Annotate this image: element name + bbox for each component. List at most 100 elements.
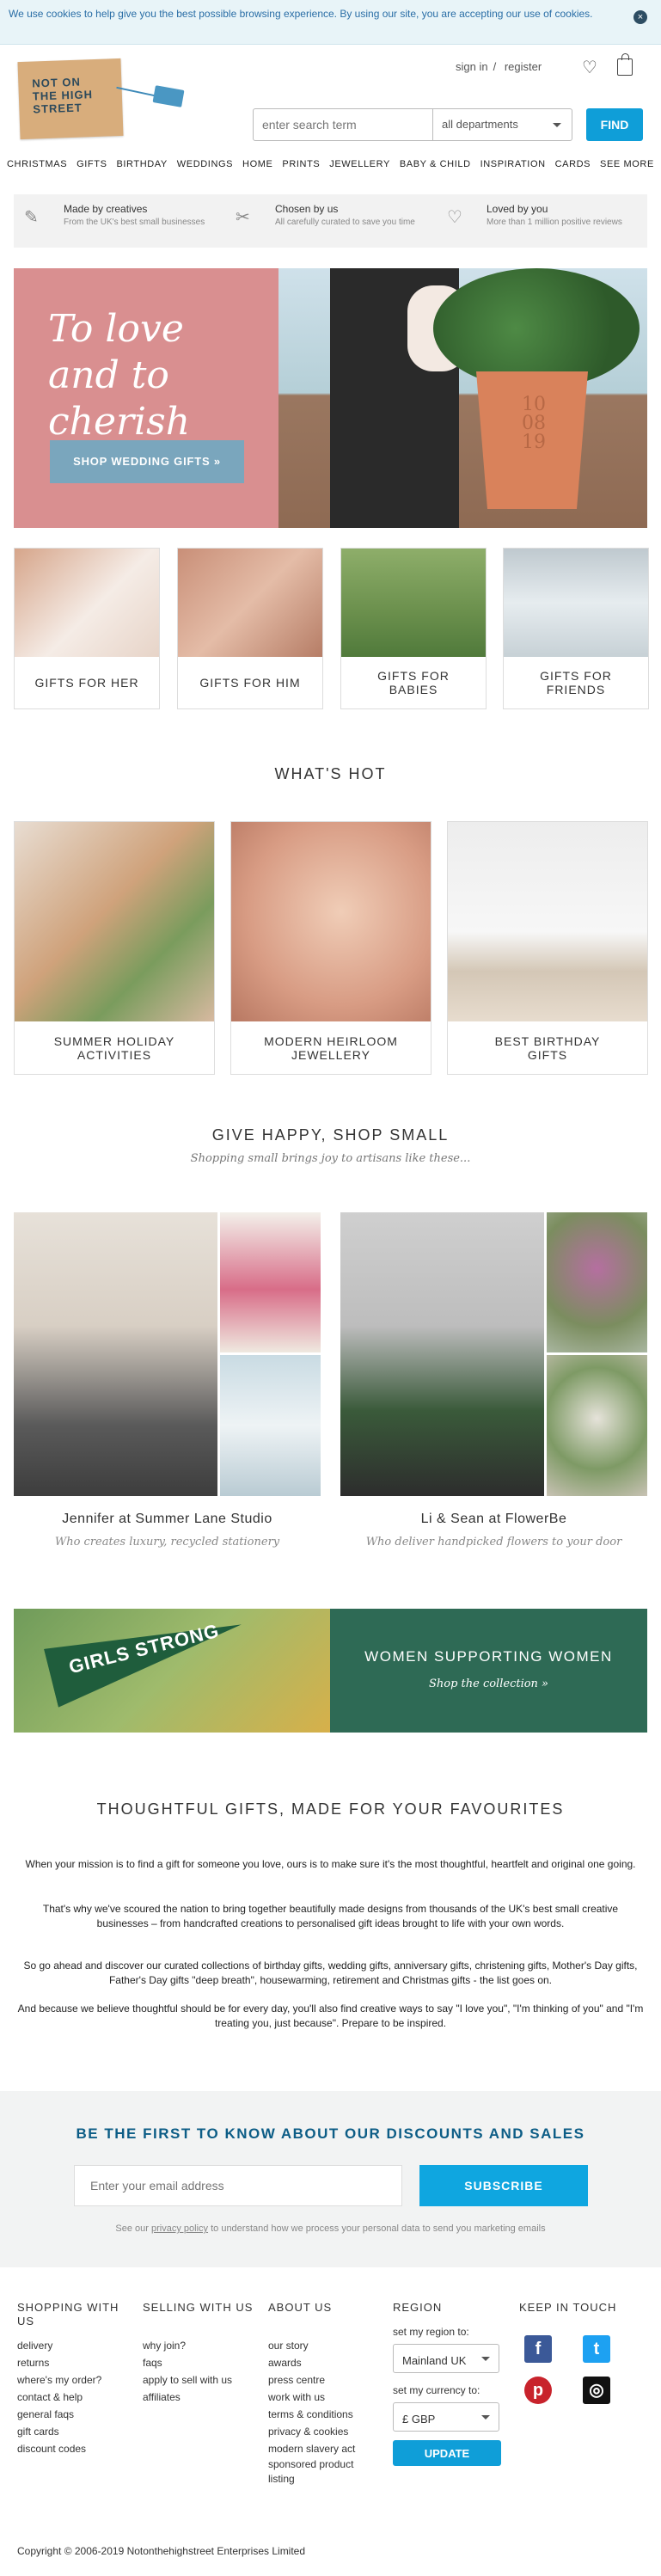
nav-baby-child[interactable]: BABY & CHILD <box>400 159 471 169</box>
footer-link[interactable]: our story <box>268 2337 380 2354</box>
artisan-desc: Who creates luxury, recycled stationery <box>54 1536 280 1549</box>
artisan-card-summer-lane[interactable] <box>14 1212 321 1496</box>
category-label: GIFTS FOR HIM <box>199 676 301 690</box>
nav-cards[interactable]: CARDS <box>555 159 591 169</box>
footer-link[interactable]: terms & conditions <box>268 2406 380 2423</box>
find-button[interactable]: FIND <box>586 108 643 141</box>
category-tile-him[interactable]: GIFTS FOR HIM <box>177 548 323 709</box>
footer-link[interactable]: work with us <box>268 2389 380 2406</box>
newsletter-title: BE THE FIRST TO KNOW ABOUT OUR DISCOUNTS… <box>76 2125 585 2142</box>
hero-banner[interactable]: To love and to cherish SHOP WEDDING GIFT… <box>14 268 647 528</box>
footer-social: KEEP IN TOUCH <box>519 2301 640 2323</box>
whats-hot-title: WHAT'S HOT <box>274 765 387 782</box>
banner-image: GIRLS STRONG <box>14 1609 330 1733</box>
nav-see-more[interactable]: SEE MORE <box>600 159 654 169</box>
heart-hands-icon: ♡ <box>447 208 462 227</box>
subscribe-button[interactable]: SUBSCRIBE <box>419 2165 588 2206</box>
footer-link[interactable]: faqs <box>143 2354 263 2371</box>
footer-selling: SELLING WITH US why join? faqs apply to … <box>143 2301 263 2406</box>
twitter-icon[interactable]: t <box>583 2335 610 2363</box>
about-paragraph: And because we believe thoughtful should… <box>17 2003 644 2029</box>
footer-region: REGION set my region to: Mainland UK set… <box>393 2301 513 2466</box>
footer-link[interactable]: press centre <box>268 2371 380 2389</box>
hero-heading: To love and to cherish <box>48 307 191 444</box>
banner-link[interactable]: Shop the collection » <box>330 1677 647 1690</box>
shopping-bag-icon[interactable] <box>617 53 633 76</box>
site-logo[interactable]: NOT ON THE HIGH STREET <box>17 58 124 140</box>
pinterest-icon[interactable]: p <box>524 2377 552 2404</box>
region-select[interactable]: Mainland UK <box>393 2344 499 2373</box>
footer-link[interactable]: where's my order? <box>17 2371 129 2389</box>
nav-prints[interactable]: PRINTS <box>282 159 320 169</box>
footer-link[interactable]: affiliates <box>143 2389 263 2406</box>
email-field[interactable] <box>74 2165 402 2206</box>
tag-icon: ✂ <box>236 208 250 227</box>
privacy-policy-link[interactable]: privacy policy <box>151 2223 208 2234</box>
nav-gifts[interactable]: GIFTS <box>77 159 107 169</box>
prop-title: Chosen by us <box>275 203 339 215</box>
hero-image: 10 08 19 <box>278 268 647 528</box>
department-select[interactable]: all departments <box>433 108 572 141</box>
prop-desc: All carefully curated to save you time <box>275 218 415 227</box>
category-tile-her[interactable]: GIFTS FOR HER <box>14 548 160 709</box>
artisan-card-flowerbe[interactable] <box>340 1212 647 1496</box>
nav-home[interactable]: HOME <box>242 159 272 169</box>
footer-link[interactable]: delivery <box>17 2337 129 2354</box>
footer-link[interactable]: awards <box>268 2354 380 2371</box>
category-image <box>178 549 322 657</box>
footer-heading: REGION <box>393 2301 443 2314</box>
hot-image <box>231 822 431 1021</box>
logo-tag-icon <box>116 83 185 107</box>
nav-christmas[interactable]: CHRISTMAS <box>7 159 67 169</box>
women-supporting-women-banner[interactable]: GIRLS STRONG WOMEN SUPPORTING WOMEN Shop… <box>14 1609 647 1733</box>
artisan-product-photo <box>220 1355 321 1496</box>
sign-in-link[interactable]: sign in <box>456 60 488 73</box>
instagram-icon[interactable]: ◎ <box>583 2377 610 2404</box>
update-button[interactable]: UPDATE <box>393 2440 501 2466</box>
footer-link[interactable]: sponsored product listing <box>268 2457 380 2487</box>
nav-birthday[interactable]: BIRTHDAY <box>116 159 167 169</box>
artisan-product-photo <box>220 1212 321 1352</box>
footer-link[interactable]: apply to sell with us <box>143 2371 263 2389</box>
banner-title: WOMEN SUPPORTING WOMEN <box>364 1648 613 1665</box>
footer-link[interactable]: returns <box>17 2354 129 2371</box>
copyright: Copyright © 2006-2019 Notonthehighstreet… <box>17 2545 306 2557</box>
fine-print-text: to understand how we process your person… <box>211 2223 546 2234</box>
footer-link[interactable]: privacy & cookies <box>268 2423 380 2440</box>
hot-image <box>15 822 214 1021</box>
footer-link[interactable]: modern slavery act <box>268 2440 380 2457</box>
fine-print-text: See our <box>115 2223 149 2234</box>
hot-tile-summer[interactable]: SUMMER HOLIDAY ACTIVITIES <box>14 821 215 1075</box>
footer-link[interactable]: general faqs <box>17 2406 129 2423</box>
footer-link[interactable]: why join? <box>143 2337 263 2354</box>
category-image <box>15 549 159 657</box>
shop-wedding-gifts-button[interactable]: SHOP WEDDING GIFTS » <box>50 440 244 483</box>
prop-desc: From the UK's best small businesses <box>64 218 205 227</box>
hot-tile-jewellery[interactable]: MODERN HEIRLOOM JEWELLERY <box>230 821 431 1075</box>
nav-jewellery[interactable]: JEWELLERY <box>329 159 390 169</box>
heart-icon[interactable]: ♡ <box>582 57 597 78</box>
footer-heading: KEEP IN TOUCH <box>519 2301 617 2314</box>
footer-link[interactable]: discount codes <box>17 2440 129 2457</box>
artisan-name[interactable]: Jennifer at Summer Lane Studio <box>14 1512 321 1527</box>
artisan-name[interactable]: Li & Sean at FlowerBe <box>340 1512 647 1527</box>
logo-text: NOT ON THE HIGH STREET <box>32 75 94 116</box>
nav-inspiration[interactable]: INSPIRATION <box>480 159 546 169</box>
hot-tile-birthday[interactable]: BEST BIRTHDAY GIFTS <box>447 821 648 1075</box>
about-paragraph: When your mission is to find a gift for … <box>25 1858 636 1870</box>
currency-select[interactable]: £ GBP <box>393 2402 499 2432</box>
footer-about: ABOUT US our story awards press centre w… <box>268 2301 380 2487</box>
about-title: THOUGHTFUL GIFTS, MADE FOR YOUR FAVOURIT… <box>96 1800 565 1818</box>
footer-link[interactable]: gift cards <box>17 2423 129 2440</box>
nav-weddings[interactable]: WEDDINGS <box>177 159 233 169</box>
category-label: GIFTS FOR BABIES <box>377 669 450 696</box>
search-input[interactable] <box>253 108 433 141</box>
facebook-icon[interactable]: f <box>524 2335 552 2363</box>
footer-link[interactable]: contact & help <box>17 2389 129 2406</box>
category-tile-friends[interactable]: GIFTS FOR FRIENDS <box>503 548 649 709</box>
artisan-product-photo <box>547 1212 647 1352</box>
close-icon[interactable]: × <box>633 10 647 24</box>
register-link[interactable]: register <box>505 60 542 73</box>
shop-small-title: GIVE HAPPY, SHOP SMALL <box>211 1126 450 1144</box>
category-tile-babies[interactable]: GIFTS FOR BABIES <box>340 548 487 709</box>
